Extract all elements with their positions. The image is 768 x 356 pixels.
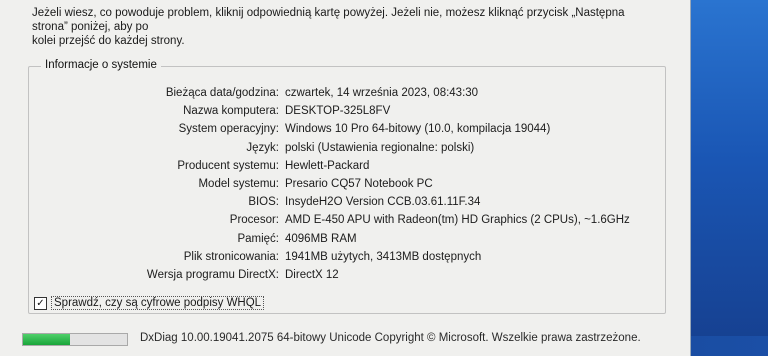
copyright-text: DxDiag 10.00.19041.2075 64-bitowy Unicod…: [140, 332, 641, 344]
progress-fill: [23, 334, 70, 345]
whql-checkbox[interactable]: ✓ Sprawdź, czy są cyfrowe podpisy WHQL: [34, 296, 265, 310]
instruction-line-1: Jeżeli wiesz, co powoduje problem, klikn…: [32, 7, 625, 33]
info-row: Język: polski (Ustawienia regionalne: pol…: [29, 139, 665, 157]
info-value: polski (Ustawienia regionalne: polski): [285, 141, 475, 154]
checkbox-check-icon[interactable]: ✓: [34, 296, 47, 310]
info-value: DirectX 12: [285, 268, 339, 281]
dxdiag-window: Jeżeli wiesz, co powoduje problem, klikn…: [0, 0, 691, 356]
info-value: AMD E-450 APU with Radeon(tm) HD Graphic…: [285, 214, 630, 227]
info-label: Plik stronicowania:: [183, 250, 279, 263]
info-label: Pamięć:: [237, 232, 279, 245]
info-label: Nazwa komputera:: [183, 105, 279, 118]
progress-bar: [22, 333, 128, 346]
info-row: Bieżąca data/godzina: czwartek, 14 wrześn…: [29, 84, 665, 102]
info-row: Pamięć: 4096MB RAM: [29, 230, 665, 248]
info-row: Model systemu: Presario CQ57 Notebook PC: [29, 175, 665, 193]
info-row: Wersja programu DirectX: DirectX 12: [29, 266, 665, 284]
info-value: Hewlett-Packard: [285, 159, 370, 172]
info-row: BIOS: InsydeH2O Version CCB.03.61.11F.34: [29, 193, 665, 211]
instruction-line-2: kolei przejść do każdej strony.: [32, 35, 185, 47]
info-label: Język:: [246, 141, 279, 154]
info-row: Nazwa komputera: DESKTOP-325L8FV: [29, 102, 665, 120]
info-label: BIOS:: [248, 196, 279, 209]
info-row: Plik stronicowania: 1941MB użytych, 3413M…: [29, 248, 665, 266]
info-label: System operacyjny:: [178, 123, 279, 136]
instruction-text: Jeżeli wiesz, co powoduje problem, klikn…: [32, 6, 662, 48]
info-label: Bieżąca data/godzina:: [165, 87, 279, 100]
info-row: Producent systemu: Hewlett-Packard: [29, 157, 665, 175]
system-info-group: Informacje o systemie Bieżąca data/godzi…: [28, 59, 666, 314]
info-label: Wersja programu DirectX:: [146, 268, 279, 281]
system-info-table: Bieżąca data/godzina: czwartek, 14 wrześn…: [29, 84, 665, 284]
info-label: Procesor:: [229, 214, 279, 227]
info-row: Procesor: AMD E-450 APU with Radeon(tm) H…: [29, 211, 665, 229]
desktop-background: [690, 0, 768, 356]
info-value: 1941MB użytych, 3413MB dostępnych: [285, 250, 482, 263]
info-value: Presario CQ57 Notebook PC: [285, 178, 433, 191]
system-info-title: Informacje o systemie: [41, 59, 161, 71]
info-value: Windows 10 Pro 64-bitowy (10.0, kompilac…: [285, 123, 551, 136]
info-label: Producent systemu:: [177, 159, 279, 172]
info-value: czwartek, 14 września 2023, 08:43:30: [285, 87, 479, 100]
info-value: 4096MB RAM: [285, 232, 357, 245]
info-label: Model systemu:: [198, 178, 279, 191]
info-value: InsydeH2O Version CCB.03.61.11F.34: [285, 196, 481, 209]
whql-label[interactable]: Sprawdź, czy są cyfrowe podpisy WHQL: [51, 296, 265, 310]
info-value: DESKTOP-325L8FV: [285, 105, 391, 118]
info-row: System operacyjny: Windows 10 Pro 64-bito…: [29, 120, 665, 138]
